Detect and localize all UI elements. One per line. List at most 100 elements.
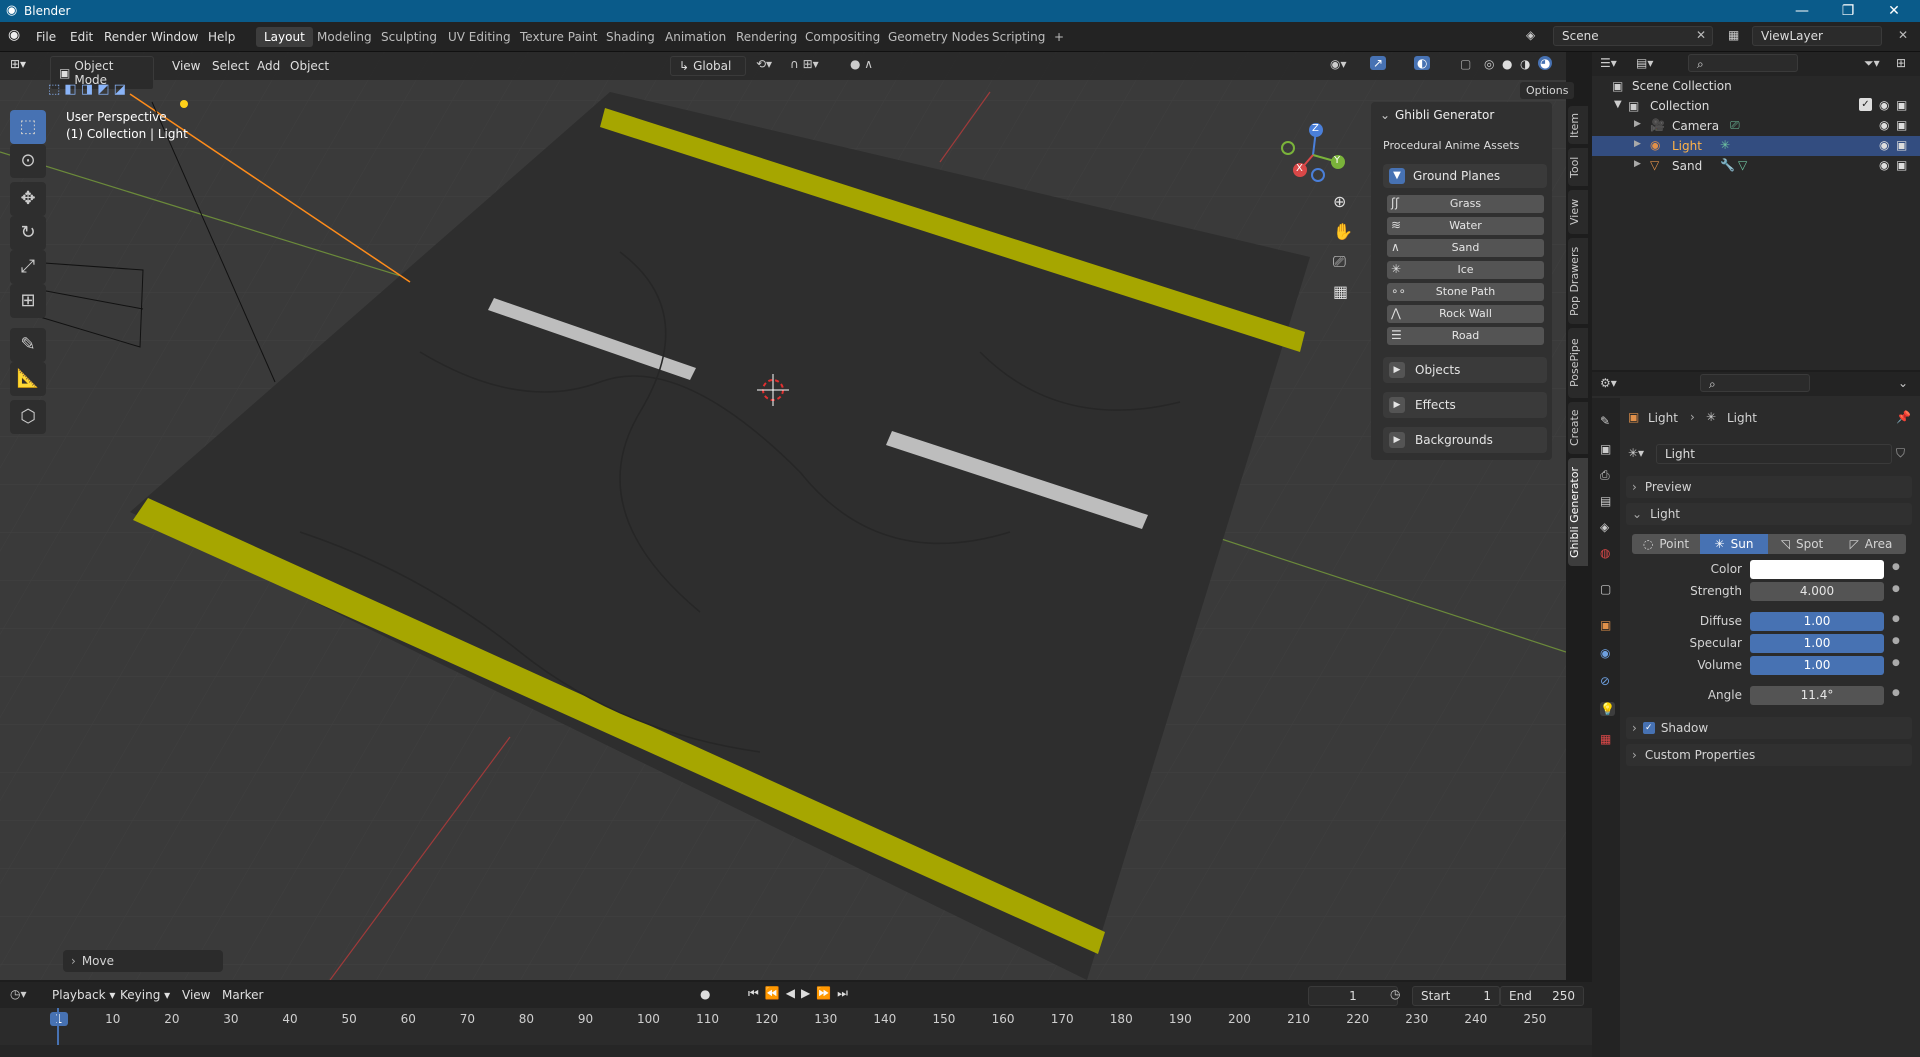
keyframe-dot[interactable]: ● [1892,584,1900,594]
tab-ghibli-generator[interactable]: Ghibli Generator [1568,458,1588,566]
shadow-checkbox[interactable]: ✓ [1642,722,1655,734]
annotate-tool[interactable]: ✎ [10,328,46,362]
light-panel-header[interactable]: ⌄ Light [1626,503,1912,525]
snap-icon[interactable]: ∩ ⊞▾ [790,57,819,71]
output-tab-icon[interactable]: ⎙ [1600,468,1610,483]
camera-render-icon[interactable]: ▣ [1896,138,1907,152]
object-tab-icon[interactable]: ▣ [1600,618,1611,632]
tab-view[interactable]: View [1568,190,1588,234]
view-layer-tab-icon[interactable]: ▤ [1600,494,1611,508]
texture-tab-icon[interactable]: ▦ [1600,732,1611,746]
tab-layout[interactable]: Layout [256,27,313,47]
display-mode-icon[interactable]: ▤▾ [1636,56,1653,70]
sand-button[interactable]: ∧ Sand [1387,239,1544,257]
editor-type-icon[interactable]: ⚙▾ [1600,376,1617,390]
keyframe-dot[interactable]: ● [1892,636,1900,646]
exclude-checkbox[interactable]: ✓ [1859,98,1872,111]
collection-tab-icon[interactable]: ▢ [1600,582,1611,596]
properties-search-input[interactable]: ⌕ [1700,374,1810,392]
view-layer-selector[interactable]: ViewLayer [1752,26,1882,46]
scene-selector[interactable]: Scene [1553,26,1713,46]
solid-shading-icon[interactable]: ● [1502,57,1512,71]
scene-tab-icon[interactable]: ◈ [1600,520,1609,534]
camera-view-icon[interactable]: ⎚ [1333,252,1346,272]
tab-geometry-nodes[interactable]: Geometry Nodes [880,27,997,47]
tab-tool[interactable]: Tool [1568,148,1588,186]
tab-uv-editing[interactable]: UV Editing [440,27,519,47]
light-type-area[interactable]: ◸ Area [1836,534,1906,554]
editor-type-icon[interactable]: ☰▾ [1600,56,1617,70]
light-datablock-field[interactable]: Light [1656,444,1892,464]
light-data-tab-icon[interactable]: 💡 [1600,702,1615,716]
angle-field[interactable]: 11.4° [1750,686,1884,705]
eye-icon[interactable]: ◉ [1879,98,1889,112]
grass-button[interactable]: ʃʃ Grass [1387,195,1544,213]
eye-icon[interactable]: ◉ [1879,118,1889,132]
menu-help[interactable]: Help [202,28,241,46]
last-operator-panel[interactable]: › Move [63,950,223,972]
ground-planes-section[interactable]: ▼ Ground Planes [1383,164,1547,188]
preview-panel-header[interactable]: › Preview [1626,476,1912,498]
tab-animation[interactable]: Animation [657,27,734,47]
editor-type-icon[interactable]: ⊞▾ [10,57,26,71]
viewport-menu-select[interactable]: Select [206,57,255,75]
volume-slider[interactable]: 1.00 [1750,656,1884,675]
new-collection-icon[interactable]: ⊞ [1896,56,1906,70]
rendered-shading-icon[interactable]: ◕ [1538,56,1553,70]
tab-sculpting[interactable]: Sculpting [373,27,445,47]
light-type-point[interactable]: ◌ Point [1632,534,1700,554]
panel-header[interactable]: Ghibli Generator [1395,108,1494,122]
restore-icon[interactable]: ❐ [1826,1,1870,21]
custom-properties-panel-header[interactable]: › Custom Properties [1626,744,1912,766]
timeline-menu-view[interactable]: View [176,986,216,1004]
stone-path-button[interactable]: ∘∘ Stone Path [1387,283,1544,301]
light-type-sun[interactable]: ✳ Sun [1700,534,1768,554]
material-shading-icon[interactable]: ◑ [1520,57,1530,71]
water-button[interactable]: ≋ Water [1387,217,1544,235]
tab-item[interactable]: Item [1568,106,1588,144]
end-frame-field[interactable]: End 250 [1500,986,1584,1006]
chevron-down-icon[interactable]: ⌄ [1898,376,1908,390]
visibility-icon[interactable]: ◉▾ [1330,57,1347,71]
keyframe-dot[interactable]: ● [1892,688,1900,698]
fake-user-shield-icon[interactable]: ⛉ [1896,446,1905,461]
shadow-panel-header[interactable]: › ✓ Shadow [1626,717,1912,739]
diffuse-slider[interactable]: 1.00 [1750,612,1884,631]
camera-render-icon[interactable]: ▣ [1896,158,1907,172]
tab-scripting[interactable]: Scripting [984,27,1053,47]
ice-button[interactable]: ✳ Ice [1387,261,1544,279]
xray-icon[interactable]: ▢ [1460,57,1471,71]
select-box-tool[interactable]: ⬚ [10,110,46,144]
physics-tab-icon[interactable]: ◉ [1600,646,1610,660]
strength-field[interactable]: 4.000 [1750,582,1884,601]
options-dropdown[interactable]: Options [1520,82,1575,99]
tab-texture-paint[interactable]: Texture Paint [512,27,605,47]
close-icon[interactable]: ✕ [1872,1,1916,21]
tab-modeling[interactable]: Modeling [309,27,380,47]
viewport-menu-add[interactable]: Add [251,57,286,75]
blender-menu-icon[interactable]: ◉ [8,27,20,43]
perspective-toggle-icon[interactable]: ▦ [1333,282,1348,301]
add-workspace-button[interactable]: + [1046,27,1072,47]
frame-ruler[interactable]: 1102030405060708090100110120130140150160… [0,1008,1592,1030]
tab-compositing[interactable]: Compositing [797,27,888,47]
scale-tool[interactable]: ⤢ [10,250,46,284]
outliner-row-collection[interactable]: ▼ ▣ Collection ✓ ◉ ▣ [1592,96,1920,116]
menu-window[interactable]: Window [145,28,204,46]
rock-wall-button[interactable]: ⋀ Rock Wall [1387,305,1544,323]
pivot-point-icon[interactable]: ⟲▾ [756,57,772,71]
tab-rendering[interactable]: Rendering [728,27,805,47]
tool-tab-icon[interactable]: ✎ [1600,414,1610,428]
timeline-scrollbar[interactable] [0,1045,1592,1057]
chevron-right-icon[interactable]: ▶ [1634,139,1641,149]
keyframe-dot[interactable]: ● [1892,614,1900,624]
timeline-menu-marker[interactable]: Marker [216,986,269,1004]
editor-type-icon[interactable]: ◷▾ [10,987,27,1001]
timeline-menu-playback[interactable]: Playback ▾ [46,986,121,1004]
timeline-menu-keying[interactable]: Keying ▾ [114,986,176,1004]
wireframe-shading-icon[interactable]: ◎ [1484,57,1494,71]
world-tab-icon[interactable]: ◍ [1600,546,1610,560]
proportional-edit-icon[interactable]: ● ∧ [850,57,873,71]
navigation-gizmo[interactable]: Z Y X [1278,120,1348,190]
render-tab-icon[interactable]: ▣ [1600,442,1611,456]
